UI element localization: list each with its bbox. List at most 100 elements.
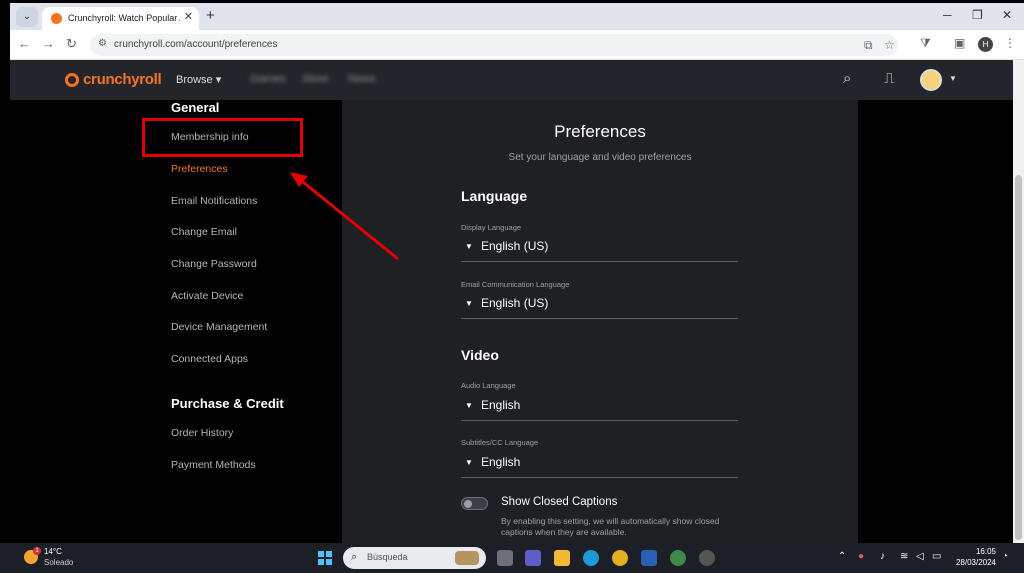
tab-title: Crunchyroll: Watch Popular An bbox=[68, 13, 180, 23]
general-heading: General bbox=[171, 100, 220, 115]
email-language-label: Email Communication Language bbox=[461, 280, 570, 289]
display-language-label: Display Language bbox=[461, 223, 522, 232]
recording-app-icon[interactable] bbox=[699, 550, 715, 566]
notifications-bell-icon[interactable]: ◔ bbox=[1002, 551, 1008, 562]
word-icon[interactable] bbox=[641, 550, 657, 566]
audio-language-select[interactable]: ▼ English bbox=[461, 395, 738, 421]
display-language-select[interactable]: ▼ English (US) bbox=[461, 236, 738, 262]
windows-taskbar: 1 14°C Soleado ⌕ Búsqueda ⌃ ● ♪ ≋ ◁ ▭ 16… bbox=[0, 543, 1024, 573]
video-section-heading: Video bbox=[461, 347, 499, 363]
page-title: Preferences bbox=[554, 122, 646, 141]
search-icon: ⌕ bbox=[351, 551, 358, 563]
language-section-heading: Language bbox=[461, 188, 528, 204]
browser-tab-strip: ⌄ Crunchyroll: Watch Popular An ✕ + ─ ❐ … bbox=[10, 3, 1024, 30]
task-view-icon[interactable] bbox=[497, 550, 513, 566]
install-app-icon[interactable]: ⧉ bbox=[864, 38, 873, 53]
purchase-credit-heading: Purchase & Credit bbox=[171, 396, 284, 411]
forward-icon[interactable]: → bbox=[42, 36, 55, 51]
closed-captions-toggle[interactable] bbox=[461, 497, 488, 510]
teams-icon[interactable] bbox=[525, 550, 541, 566]
site-header: crunchyroll Browse ▾ Games Store News ⌕ … bbox=[10, 60, 1013, 100]
search-icon[interactable]: ⌕ bbox=[843, 70, 851, 87]
browser-tab[interactable]: Crunchyroll: Watch Popular An ✕ bbox=[42, 7, 199, 30]
caret-down-icon: ▼ bbox=[465, 242, 473, 251]
right-gutter bbox=[858, 100, 1013, 543]
chrome-active-icon[interactable] bbox=[670, 550, 686, 566]
site-logo[interactable]: crunchyroll bbox=[83, 71, 162, 88]
subtitles-language-value: English bbox=[481, 455, 521, 469]
scrollbar-thumb[interactable] bbox=[1015, 175, 1022, 540]
address-bar[interactable]: ⚙ crunchyroll.com/account/preferences ⧉ … bbox=[90, 34, 898, 56]
restore-icon[interactable]: ❐ bbox=[972, 8, 983, 22]
sidebar-item-connected-apps[interactable]: Connected Apps bbox=[171, 353, 248, 365]
wifi-icon[interactable]: ≋ bbox=[900, 551, 908, 562]
edge-icon[interactable] bbox=[583, 550, 599, 566]
email-language-value: English (US) bbox=[481, 296, 549, 310]
sidebar-item-preferences[interactable]: Preferences bbox=[171, 163, 228, 175]
taskbar-search-box[interactable]: ⌕ Búsqueda bbox=[343, 547, 486, 569]
chevron-up-icon[interactable]: ⌃ bbox=[838, 551, 846, 562]
caret-down-icon: ▼ bbox=[465, 458, 473, 467]
browse-label: Browse bbox=[176, 74, 213, 86]
annotation-arrow-icon bbox=[290, 172, 399, 261]
preferences-panel: Preferences Set your language and video … bbox=[342, 100, 858, 543]
profile-avatar[interactable]: H bbox=[978, 37, 993, 52]
browse-menu[interactable]: Browse ▾ bbox=[176, 73, 221, 86]
site-info-icon[interactable]: ⚙ bbox=[98, 38, 107, 49]
reload-icon[interactable]: ↻ bbox=[66, 36, 77, 52]
nav-item-blurred[interactable]: Games bbox=[250, 73, 285, 85]
crunchyroll-favicon-icon bbox=[51, 13, 62, 24]
side-panel-icon[interactable]: ▣ bbox=[954, 36, 965, 50]
sidebar-item-order-history[interactable]: Order History bbox=[171, 427, 233, 439]
new-tab-icon[interactable]: + bbox=[206, 7, 215, 24]
page-subtitle: Set your language and video preferences bbox=[508, 152, 692, 163]
back-icon[interactable]: ← bbox=[18, 36, 31, 51]
sidebar-item-change-email[interactable]: Change Email bbox=[171, 226, 237, 238]
closed-captions-label: Show Closed Captions bbox=[501, 496, 618, 508]
audio-language-value: English bbox=[481, 398, 521, 412]
subtitles-language-select[interactable]: ▼ English bbox=[461, 452, 738, 478]
nav-item-blurred[interactable]: News bbox=[348, 73, 376, 85]
sidebar-item-device-management[interactable]: Device Management bbox=[171, 321, 267, 333]
page-scrollbar[interactable] bbox=[1013, 60, 1024, 543]
weather-temperature[interactable]: 14°C bbox=[44, 547, 62, 556]
toggle-knob bbox=[464, 500, 472, 508]
caret-down-icon: ▼ bbox=[465, 299, 473, 308]
tab-search-icon[interactable]: ⌄ bbox=[16, 7, 38, 27]
bookmark-star-icon[interactable]: ☆ bbox=[884, 38, 895, 52]
chrome-icon[interactable] bbox=[612, 550, 628, 566]
email-language-select[interactable]: ▼ English (US) bbox=[461, 293, 738, 319]
close-window-icon[interactable]: ✕ bbox=[1002, 8, 1012, 22]
weather-badge: 1 bbox=[33, 547, 41, 555]
close-tab-icon[interactable]: ✕ bbox=[184, 10, 193, 23]
sidebar-item-change-password[interactable]: Change Password bbox=[171, 258, 257, 270]
minimize-icon[interactable]: ─ bbox=[943, 8, 952, 22]
audio-language-label: Audio Language bbox=[461, 381, 516, 390]
clock-date[interactable]: 28/03/2024 bbox=[950, 558, 996, 567]
user-avatar[interactable] bbox=[920, 69, 942, 91]
annotation-highlight-box bbox=[142, 118, 303, 157]
volume-icon[interactable]: ◁ bbox=[916, 551, 924, 562]
browser-toolbar: ← → ↻ ⚙ crunchyroll.com/account/preferen… bbox=[10, 30, 1024, 60]
file-explorer-icon[interactable] bbox=[554, 550, 570, 566]
crunchyroll-logo-icon[interactable] bbox=[65, 73, 79, 87]
antivirus-icon[interactable]: ● bbox=[858, 551, 864, 562]
caret-down-icon: ▼ bbox=[465, 401, 473, 410]
watchlist-bookmark-icon[interactable]: ⎍ bbox=[884, 70, 895, 87]
battery-icon[interactable]: ▭ bbox=[932, 551, 941, 562]
sidebar-item-email-notifications[interactable]: Email Notifications bbox=[171, 195, 257, 207]
clock-time[interactable]: 16:05 bbox=[962, 547, 996, 556]
sidebar-item-activate-device[interactable]: Activate Device bbox=[171, 290, 243, 302]
menu-kebab-icon[interactable]: ⋮ bbox=[1004, 36, 1016, 50]
windows-start-icon[interactable] bbox=[318, 551, 332, 565]
url-text[interactable]: crunchyroll.com/account/preferences bbox=[114, 39, 277, 50]
screen: ⌄ Crunchyroll: Watch Popular An ✕ + ─ ❐ … bbox=[0, 0, 1024, 573]
sidebar-item-payment-methods[interactable]: Payment Methods bbox=[171, 459, 256, 471]
weather-description[interactable]: Soleado bbox=[44, 558, 73, 567]
nav-item-blurred[interactable]: Store bbox=[302, 73, 328, 85]
display-language-value: English (US) bbox=[481, 239, 549, 253]
microphone-icon[interactable]: ♪ bbox=[880, 551, 885, 562]
chevron-down-icon[interactable]: ▼ bbox=[949, 74, 957, 83]
extensions-icon[interactable]: ⧩ bbox=[920, 36, 931, 51]
search-highlight-image bbox=[455, 551, 479, 565]
